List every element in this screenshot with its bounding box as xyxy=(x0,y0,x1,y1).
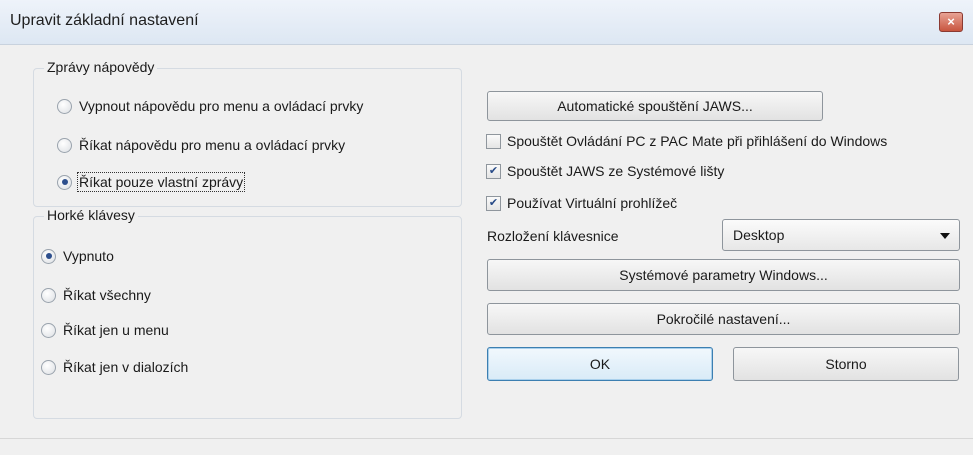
radio-help-off[interactable]: Vypnout nápovědu pro menu a ovládací prv… xyxy=(57,98,363,114)
title-bar: Upravit základní nastavení × xyxy=(0,0,973,45)
radio-icon[interactable] xyxy=(57,98,72,114)
radio-icon[interactable] xyxy=(57,137,72,153)
radio-hotkeys-dialogs[interactable]: Říkat jen v dialozích xyxy=(41,359,188,375)
ok-button[interactable]: OK xyxy=(487,347,713,381)
radio-hotkeys-off[interactable]: Vypnuto xyxy=(41,248,114,264)
radio-label: Vypnuto xyxy=(63,248,114,264)
keyboard-layout-select[interactable]: Desktop xyxy=(722,219,960,251)
system-params-button[interactable]: Systémové parametry Windows... xyxy=(487,259,960,291)
radio-hotkeys-menu[interactable]: Říkat jen u menu xyxy=(41,322,169,338)
radio-icon-selected[interactable] xyxy=(41,248,56,264)
radio-hotkeys-all[interactable]: Říkat všechny xyxy=(41,287,151,303)
radio-icon[interactable] xyxy=(41,359,56,375)
radio-label: Říkat jen u menu xyxy=(63,322,169,338)
radio-label: Vypnout nápovědu pro menu a ovládací prv… xyxy=(79,98,364,114)
radio-dot-icon xyxy=(45,253,52,259)
help-messages-legend: Zprávy nápovědy xyxy=(44,59,158,75)
close-icon[interactable]: × xyxy=(939,12,963,32)
keyboard-layout-label: Rozložení klávesnice xyxy=(487,228,619,244)
checkbox-virtual-viewer[interactable]: ✔ Používat Virtuální prohlížeč xyxy=(486,195,677,211)
radio-help-custom[interactable]: Říkat pouze vlastní zprávy xyxy=(57,172,246,192)
radio-help-say[interactable]: Říkat nápovědu pro menu a ovládací prvky xyxy=(57,137,345,153)
checkbox-systray[interactable]: ✔ Spouštět JAWS ze Systémové lišty xyxy=(486,163,724,179)
checkbox-label: Spouštět JAWS ze Systémové lišty xyxy=(507,163,725,179)
checkbox-pac-mate[interactable]: Spouštět Ovládání PC z PAC Mate při přih… xyxy=(486,133,887,149)
radio-dot-icon xyxy=(61,179,68,185)
hotkeys-legend: Horké klávesy xyxy=(44,207,138,223)
radio-label: Říkat pouze vlastní zprávy xyxy=(76,172,246,192)
advanced-settings-button[interactable]: Pokročilé nastavení... xyxy=(487,303,960,335)
radio-label: Říkat nápovědu pro menu a ovládací prvky xyxy=(79,137,346,153)
cancel-button[interactable]: Storno xyxy=(733,347,959,381)
checkbox-label: Spouštět Ovládání PC z PAC Mate při přih… xyxy=(507,133,888,149)
radio-icon[interactable] xyxy=(41,287,56,303)
checkbox-icon[interactable] xyxy=(486,133,501,149)
checkmark-icon[interactable]: ✔ xyxy=(486,195,501,211)
auto-start-button[interactable]: Automatické spouštění JAWS... xyxy=(487,91,823,121)
keyboard-layout-value: Desktop xyxy=(733,227,785,243)
radio-label: Říkat všechny xyxy=(63,287,151,303)
checkbox-label: Používat Virtuální prohlížeč xyxy=(507,195,678,211)
checkmark-icon[interactable]: ✔ xyxy=(486,163,501,179)
radio-icon[interactable] xyxy=(41,322,56,338)
divider xyxy=(0,438,973,439)
chevron-down-icon[interactable] xyxy=(940,233,950,239)
radio-label: Říkat jen v dialozích xyxy=(63,359,189,375)
hotkeys-group: Horké klávesy xyxy=(33,207,462,419)
radio-icon-selected[interactable] xyxy=(57,174,72,190)
window-title: Upravit základní nastavení xyxy=(10,12,199,29)
